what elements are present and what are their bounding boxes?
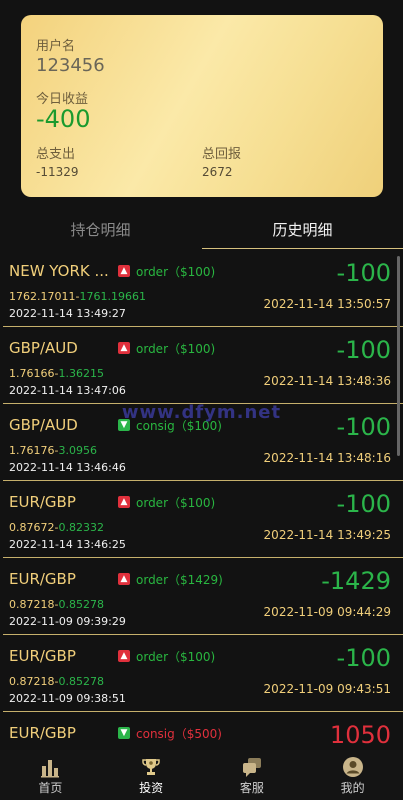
- profit-amount: -100: [336, 336, 391, 364]
- open-time: 2022-11-14 13:46:46: [9, 461, 126, 474]
- chat-bubbles-icon: [242, 758, 261, 777]
- price-range: 1.76176-3.0956: [9, 444, 97, 457]
- detail-tabs: 持仓明细 历史明细: [0, 212, 403, 250]
- arrow-down-icon: ▼: [118, 727, 130, 739]
- instrument-name: EUR/GBP: [9, 647, 76, 665]
- close-time: 2022-11-14 13:50:57: [263, 297, 391, 311]
- history-row[interactable]: EUR/GBP ▲ order（$100) 0.87672-0.82332 2022-1…: [3, 481, 403, 558]
- close-time: 2022-11-14 13:48:16: [263, 451, 391, 465]
- list-scrollbar[interactable]: [397, 256, 400, 456]
- price-range: 0.87218-0.85278: [9, 675, 104, 688]
- bottom-navigation: 首页 投资 客服 我的: [0, 750, 403, 800]
- nav-service[interactable]: 客服: [202, 750, 303, 800]
- history-row[interactable]: EUR/GBP ▲ order（$1429) 0.87218-0.85278 2022-…: [3, 558, 403, 635]
- nav-home[interactable]: 首页: [0, 750, 101, 800]
- profit-amount: -1429: [321, 567, 391, 595]
- nav-invest-label: 投资: [139, 781, 164, 795]
- history-row[interactable]: EUR/GBP ▲ order（$100) 0.87218-0.85278 2022-1…: [3, 635, 403, 712]
- arrow-up-icon: ▲: [118, 342, 130, 354]
- total-return-value: 2672: [202, 165, 233, 179]
- open-time: 2022-11-14 13:49:27: [9, 307, 126, 320]
- close-time: 2022-11-14 13:49:25: [263, 528, 391, 542]
- open-time: 2022-11-14 13:47:06: [9, 384, 126, 397]
- user-avatar-icon: [342, 757, 363, 777]
- username-value: 123456: [36, 55, 105, 76]
- price-range: 0.87218-0.85278: [9, 598, 104, 611]
- instrument-name: GBP/AUD: [9, 339, 78, 357]
- nav-mine-label: 我的: [340, 781, 365, 795]
- arrow-up-icon: ▲: [118, 265, 130, 277]
- profit-amount: 1050: [329, 721, 391, 749]
- arrow-up-icon: ▲: [118, 496, 130, 508]
- nav-home-label: 首页: [38, 781, 63, 795]
- order-type: order（$1429): [136, 573, 223, 587]
- profit-amount: -100: [336, 259, 391, 287]
- price-range: 1.76166-1.36215: [9, 367, 104, 380]
- price-range: 0.87672-0.82332: [9, 521, 104, 534]
- tab-history[interactable]: 历史明细: [202, 212, 403, 249]
- bar-chart-icon: [41, 760, 60, 778]
- history-list[interactable]: NEW YORK ... ▲ order（$100) 1762.17011-1761.…: [3, 250, 403, 750]
- close-price: 1.36215: [58, 367, 104, 380]
- total-expense-label: 总支出: [36, 147, 76, 162]
- username-label: 用户名: [36, 39, 76, 54]
- open-time: 2022-11-09 09:39:29: [9, 615, 126, 628]
- profit-amount: -100: [336, 644, 391, 672]
- account-summary-card: 用户名 123456 今日收益 -400 总支出 -11329 总回报 2672: [21, 15, 383, 197]
- instrument-name: EUR/GBP: [9, 493, 76, 511]
- profit-amount: -100: [336, 490, 391, 518]
- close-price: 0.85278: [58, 675, 104, 688]
- arrow-up-icon: ▲: [118, 650, 130, 662]
- order-type: order（$100): [136, 342, 216, 356]
- history-row[interactable]: NEW YORK ... ▲ order（$100) 1762.17011-1761.…: [3, 250, 403, 327]
- price-range: 1762.17011-1761.19661: [9, 290, 146, 303]
- instrument-name: EUR/GBP: [9, 570, 76, 588]
- open-price: 0.87218: [9, 598, 55, 611]
- nav-invest[interactable]: 投资: [101, 750, 202, 800]
- nav-service-label: 客服: [239, 781, 264, 795]
- arrow-up-icon: ▲: [118, 573, 130, 585]
- total-return-label: 总回报: [202, 147, 242, 162]
- instrument-name: NEW YORK ...: [9, 262, 109, 280]
- open-time: 2022-11-14 13:46:25: [9, 538, 126, 551]
- instrument-name: EUR/GBP: [9, 724, 76, 742]
- tab-positions[interactable]: 持仓明细: [0, 212, 201, 248]
- open-price: 1762.17011: [9, 290, 76, 303]
- watermark-text: www.dfym.net: [121, 402, 282, 423]
- order-type: order（$100): [136, 650, 216, 664]
- history-row[interactable]: EUR/GBP ▼ consig（$500) 1050: [3, 712, 403, 750]
- nav-mine[interactable]: 我的: [302, 750, 403, 800]
- open-price: 1.76166: [9, 367, 55, 380]
- order-type: order（$100): [136, 265, 216, 279]
- close-price: 1761.19661: [79, 290, 146, 303]
- total-expense-value: -11329: [36, 165, 79, 179]
- open-time: 2022-11-09 09:38:51: [9, 692, 126, 705]
- today-earnings-value: -400: [36, 105, 91, 133]
- close-time: 2022-11-09 09:44:29: [263, 605, 391, 619]
- open-price: 0.87218: [9, 675, 55, 688]
- close-price: 0.82332: [58, 521, 104, 534]
- close-price: 3.0956: [58, 444, 97, 457]
- close-time: 2022-11-14 13:48:36: [263, 374, 391, 388]
- close-time: 2022-11-09 09:43:51: [263, 682, 391, 696]
- order-type: order（$100): [136, 496, 216, 510]
- open-price: 1.76176: [9, 444, 55, 457]
- history-row[interactable]: GBP/AUD ▲ order（$100) 1.76166-1.36215 2022-1…: [3, 327, 403, 404]
- order-type: consig（$500): [136, 727, 222, 741]
- close-price: 0.85278: [58, 598, 104, 611]
- trophy-icon: [142, 759, 160, 775]
- open-price: 0.87672: [9, 521, 55, 534]
